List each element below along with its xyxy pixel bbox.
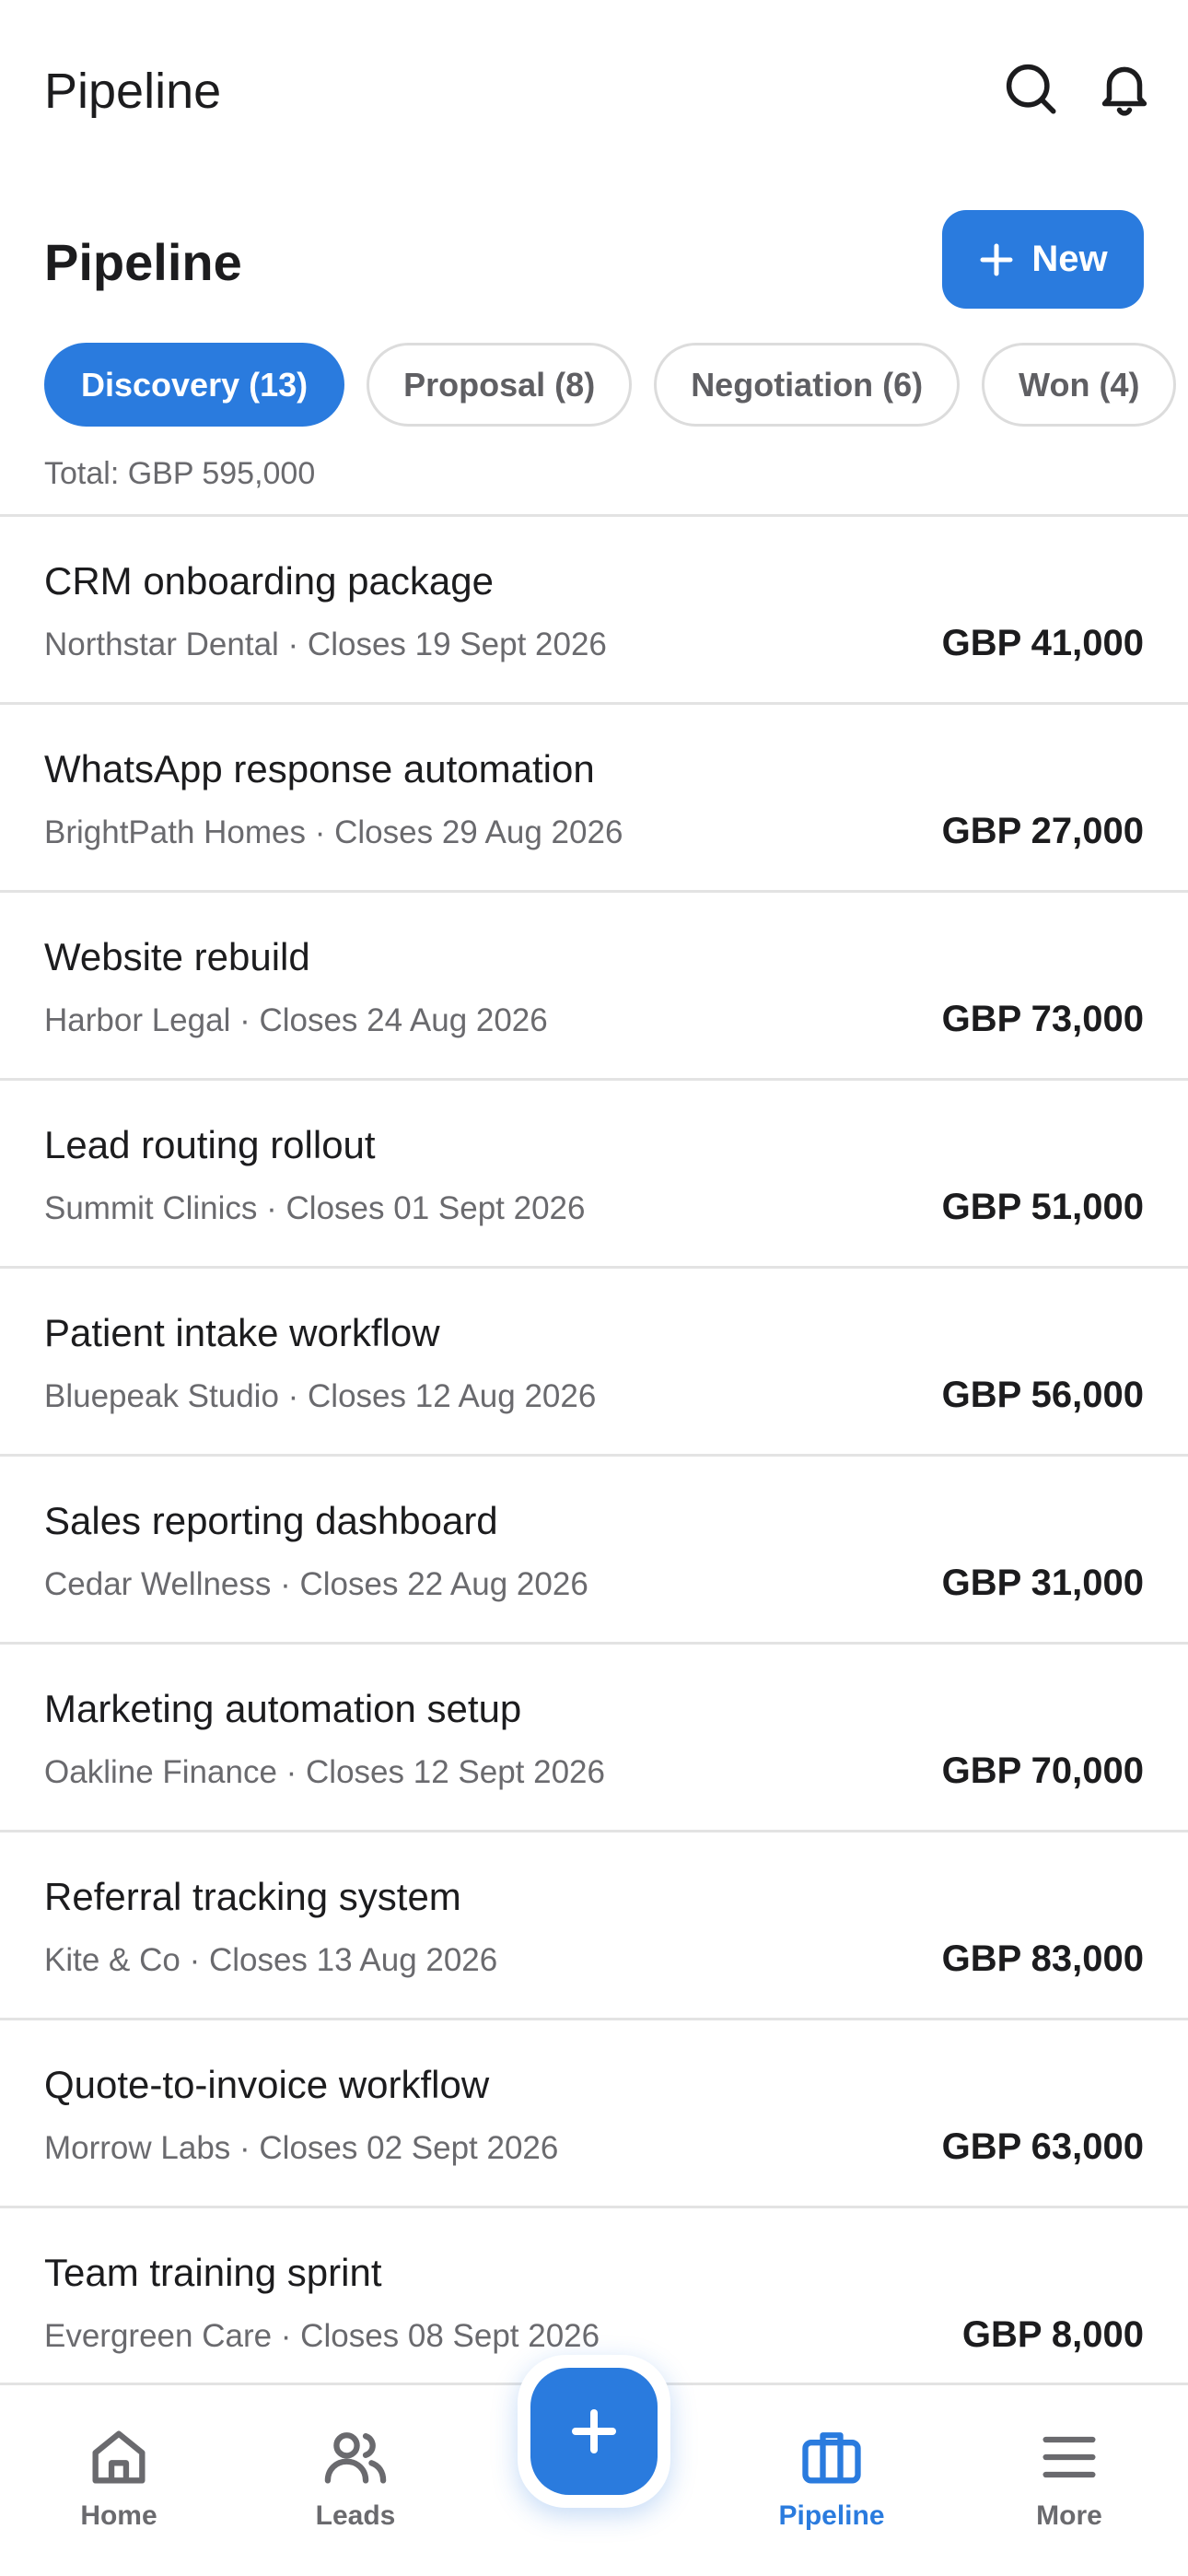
filter-chip-negotiation[interactable]: Negotiation (6) [654, 343, 961, 427]
deal-value: GBP 8,000 [961, 2314, 1144, 2355]
deal-row[interactable]: CRM onboarding package Northstar Dental … [0, 517, 1188, 705]
deal-meta: Evergreen Care · Closes 08 Sept 2026 [44, 2318, 600, 2354]
deal-value: GBP 83,000 [941, 1938, 1144, 1979]
deal-title: CRM onboarding package [44, 559, 494, 603]
pipeline-total: Total: GBP 595,000 [44, 456, 316, 491]
nav-more[interactable]: More [977, 2422, 1161, 2551]
new-deal-button[interactable]: New [942, 210, 1144, 309]
deal-row[interactable]: WhatsApp response automation BrightPath … [0, 705, 1188, 893]
page-title: Pipeline [44, 233, 242, 291]
deal-meta: Northstar Dental · Closes 19 Sept 2026 [44, 626, 607, 662]
deal-title: Team training sprint [44, 2251, 382, 2294]
add-fab-button[interactable] [530, 2368, 658, 2495]
deal-row[interactable]: Quote-to-invoice workflow Morrow Labs · … [0, 2020, 1188, 2208]
top-app-bar: Pipeline [0, 0, 1188, 181]
deal-title: Referral tracking system [44, 1875, 461, 1918]
deal-meta: Morrow Labs · Closes 02 Sept 2026 [44, 2130, 559, 2166]
deal-meta: Kite & Co · Closes 13 Aug 2026 [44, 1942, 498, 1978]
deal-title: Sales reporting dashboard [44, 1499, 498, 1542]
deal-meta: Summit Clinics · Closes 01 Sept 2026 [44, 1190, 586, 1226]
deal-list: CRM onboarding package Northstar Dental … [0, 514, 1188, 2396]
bell-icon [1101, 66, 1147, 116]
deal-value: GBP 51,000 [941, 1187, 1144, 1227]
plus-icon [980, 243, 1013, 275]
deal-value: GBP 27,000 [941, 811, 1144, 851]
deal-title: WhatsApp response automation [44, 747, 595, 790]
deal-title: Quote-to-invoice workflow [44, 2063, 490, 2106]
users-icon [324, 2432, 387, 2484]
deal-value: GBP 70,000 [941, 1751, 1144, 1791]
search-icon [1006, 64, 1056, 114]
nav-leads[interactable]: Leads [263, 2422, 448, 2551]
nav-more-label: More [1036, 2500, 1102, 2531]
nav-home-label: Home [80, 2500, 157, 2531]
deal-row[interactable]: Patient intake workflow Bluepeak Studio … [0, 1269, 1188, 1457]
stage-filter-tabs: Discovery (13) Proposal (8) Negotiation … [44, 343, 1177, 427]
deal-value: GBP 63,000 [941, 2126, 1144, 2167]
deal-meta: Oakline Finance · Closes 12 Sept 2026 [44, 1754, 605, 1790]
app-bar-title: Pipeline [44, 64, 222, 119]
notifications-button[interactable] [1083, 47, 1166, 130]
deal-row[interactable]: Sales reporting dashboard Cedar Wellness… [0, 1457, 1188, 1645]
nav-leads-label: Leads [315, 2500, 396, 2531]
deal-row[interactable]: Marketing automation setup Oakline Finan… [0, 1645, 1188, 1832]
deal-value: GBP 31,000 [941, 1563, 1144, 1603]
deal-row[interactable]: Referral tracking system Kite & Co · Clo… [0, 1832, 1188, 2020]
deal-row[interactable]: Website rebuild Harbor Legal · Closes 24… [0, 893, 1188, 1081]
deal-title: Patient intake workflow [44, 1311, 440, 1354]
new-deal-label: New [1031, 239, 1108, 279]
plus-icon [572, 2409, 616, 2453]
deal-value: GBP 73,000 [941, 999, 1144, 1039]
deal-title: Marketing automation setup [44, 1687, 522, 1730]
nav-pipeline-label: Pipeline [778, 2500, 885, 2531]
deal-value: GBP 41,000 [941, 623, 1144, 663]
deal-title: Website rebuild [44, 935, 310, 978]
filter-chip-discovery[interactable]: Discovery (13) [44, 343, 345, 427]
menu-icon [1042, 2436, 1096, 2478]
home-icon [92, 2430, 146, 2484]
deal-meta: Cedar Wellness · Closes 22 Aug 2026 [44, 1566, 588, 1602]
filter-chip-proposal[interactable]: Proposal (8) [367, 343, 633, 427]
deal-meta: Harbor Legal · Closes 24 Aug 2026 [44, 1002, 548, 1038]
deal-meta: BrightPath Homes · Closes 29 Aug 2026 [44, 814, 623, 850]
deal-meta: Bluepeak Studio · Closes 12 Aug 2026 [44, 1378, 597, 1414]
nav-pipeline[interactable]: Pipeline [740, 2422, 924, 2551]
pipeline-screen: Pipeline Pipeline New Discovery (13) Pro… [0, 0, 1188, 2576]
search-button[interactable] [989, 47, 1072, 130]
nav-home[interactable]: Home [27, 2422, 211, 2551]
deal-value: GBP 56,000 [941, 1375, 1144, 1415]
deal-row[interactable]: Lead routing rollout Summit Clinics · Cl… [0, 1081, 1188, 1269]
briefcase-icon [802, 2432, 861, 2484]
filter-chip-won[interactable]: Won (4) [982, 343, 1177, 427]
deal-title: Lead routing rollout [44, 1123, 376, 1166]
